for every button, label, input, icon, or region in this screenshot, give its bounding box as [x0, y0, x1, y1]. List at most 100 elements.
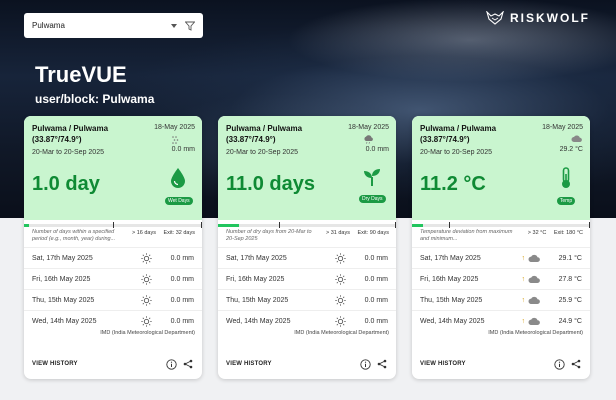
- metric-description: Temperature deviation from maximum and m…: [420, 229, 513, 242]
- badge-label: Dry Days: [359, 195, 386, 203]
- card-date: 18-May 2025: [348, 124, 389, 131]
- row-value: 0.0 mm: [170, 296, 194, 304]
- metric-card-wet-days: Pulwama / Pulwama (33.87°/74.9°) 18-May …: [24, 116, 202, 379]
- threshold-progress: [24, 220, 202, 228]
- metric-description: Number of days within a specified period…: [32, 229, 116, 242]
- arrow-up-icon: ↑: [521, 296, 526, 304]
- sun-icon: [334, 273, 346, 285]
- card-header: Pulwama / Pulwama (33.87°/74.9°) 18-May …: [412, 116, 590, 220]
- row-date: Wed, 14th May 2025: [32, 317, 97, 325]
- history-row: Thu, 15th May 2025 0.0 mm: [218, 289, 396, 310]
- history-row: Fri, 16th May 2025 0.0 mm: [218, 268, 396, 289]
- history-row: Wed, 14th May 2025 0.0 mm: [24, 310, 202, 331]
- data-source: IMD (India Meteorological Department): [294, 330, 389, 336]
- card-date: 18-May 2025: [154, 124, 195, 131]
- card-range-value: 0.0 mm: [171, 146, 195, 153]
- info-icon[interactable]: [165, 358, 177, 370]
- history-row: Sat, 17th May 2025 ↑ 29.1 °C: [412, 247, 590, 268]
- arrow-up-icon: ↑: [521, 275, 526, 283]
- sun-icon: [334, 315, 346, 327]
- card-range: 20-Mar to 20-Sep 2025: [226, 149, 298, 156]
- row-value: 0.0 mm: [364, 296, 388, 304]
- sun-icon: [140, 315, 152, 327]
- exit-value: Exit: 180 °C: [553, 230, 583, 236]
- cloud-rain-icon: [364, 135, 373, 144]
- threshold-value: > 31 days: [325, 230, 350, 236]
- cloud-icon: [528, 294, 540, 306]
- data-source: IMD (India Meteorological Department): [488, 330, 583, 336]
- brand-name: RISKWOLF: [510, 11, 590, 25]
- card-badge: Temp: [553, 167, 579, 207]
- card-badge: Dry Days: [359, 167, 386, 205]
- row-value: 0.0 mm: [364, 254, 388, 262]
- wolf-logo-icon: [486, 11, 504, 25]
- card-footer: VIEW HISTORY: [24, 349, 202, 379]
- cloud-icon: [528, 252, 540, 264]
- sun-icon: [140, 273, 152, 285]
- threshold-progress: [218, 220, 396, 228]
- row-date: Fri, 16th May 2025: [32, 275, 91, 283]
- threshold-info: > 31 days Exit: 90 days: [320, 230, 389, 236]
- sun-icon: [334, 252, 346, 264]
- arrow-up-icon: ↑: [521, 317, 526, 325]
- badge-label: Temp: [556, 197, 576, 205]
- share-icon[interactable]: [376, 358, 388, 370]
- threshold-value: > 16 days: [131, 230, 156, 236]
- metric-card-dry-days: Pulwama / Pulwama (33.87°/74.9°) 18-May …: [218, 116, 396, 379]
- location-select-value: Pulwama: [32, 21, 65, 30]
- view-history-link[interactable]: VIEW HISTORY: [420, 361, 548, 367]
- row-value: 0.0 mm: [170, 254, 194, 262]
- description-row: Number of dry days from 20-Mar to 20-Sep…: [218, 227, 396, 247]
- cloud-icon: [571, 135, 582, 142]
- chevron-down-icon[interactable]: [171, 23, 177, 28]
- card-location: Pulwama / Pulwama (33.87°/74.9°): [226, 124, 303, 144]
- row-value: 25.9 °C: [558, 296, 582, 304]
- share-icon[interactable]: [182, 358, 194, 370]
- history-row: Sat, 17th May 2025 0.0 mm: [218, 247, 396, 268]
- history-row: Sat, 17th May 2025 0.0 mm: [24, 247, 202, 268]
- info-icon[interactable]: [553, 358, 565, 370]
- exit-value: Exit: 32 days: [163, 230, 196, 236]
- location-select[interactable]: Pulwama: [24, 13, 203, 38]
- water-drop-icon: [171, 168, 185, 188]
- card-header: Pulwama / Pulwama (33.87°/74.9°) 18-May …: [24, 116, 202, 220]
- description-row: Number of days within a specified period…: [24, 227, 202, 247]
- row-value: 0.0 mm: [364, 275, 388, 283]
- threshold-value: > 32 °C: [527, 230, 547, 236]
- card-main-value: 11.0 days: [226, 173, 315, 195]
- row-date: Wed, 14th May 2025: [420, 317, 485, 325]
- cloud-icon: [528, 273, 540, 285]
- view-history-link[interactable]: VIEW HISTORY: [226, 361, 354, 367]
- description-row: Temperature deviation from maximum and m…: [412, 227, 590, 247]
- history-row: Wed, 14th May 2025 0.0 mm: [218, 310, 396, 331]
- row-date: Sat, 17th May 2025: [226, 254, 287, 262]
- view-history-link[interactable]: VIEW HISTORY: [32, 361, 160, 367]
- card-header: Pulwama / Pulwama (33.87°/74.9°) 18-May …: [218, 116, 396, 220]
- sun-icon: [140, 294, 152, 306]
- history-row: Fri, 16th May 2025 ↑ 27.8 °C: [412, 268, 590, 289]
- sun-icon: [334, 294, 346, 306]
- card-footer: VIEW HISTORY: [412, 349, 590, 379]
- filter-icon[interactable]: [185, 21, 195, 31]
- badge-label: Wet Days: [165, 197, 193, 205]
- row-value: 0.0 mm: [170, 317, 194, 325]
- cloud-icon: [528, 315, 540, 327]
- card-location: Pulwama / Pulwama (33.87°/74.9°): [420, 124, 497, 144]
- share-icon[interactable]: [570, 358, 582, 370]
- card-footer: VIEW HISTORY: [218, 349, 396, 379]
- row-date: Thu, 15th May 2025: [420, 296, 483, 304]
- row-date: Fri, 16th May 2025: [226, 275, 285, 283]
- metric-card-temperature: Pulwama / Pulwama (33.87°/74.9°) 18-May …: [412, 116, 590, 379]
- sun-icon: [140, 252, 152, 264]
- metric-description: Number of dry days from 20-Mar to 20-Sep…: [226, 229, 312, 242]
- card-badge: Wet Days: [165, 167, 193, 207]
- history-row: Thu, 15th May 2025 ↑ 25.9 °C: [412, 289, 590, 310]
- info-icon[interactable]: [359, 358, 371, 370]
- data-source: IMD (India Meteorological Department): [100, 330, 195, 336]
- threshold-progress: [412, 220, 590, 228]
- row-date: Sat, 17th May 2025: [420, 254, 481, 262]
- page-subtitle: user/block: Pulwama: [35, 92, 155, 106]
- history-row: Thu, 15th May 2025 0.0 mm: [24, 289, 202, 310]
- card-main-value: 1.0 day: [32, 173, 100, 195]
- card-range: 20-Mar to 20-Sep 2025: [32, 149, 104, 156]
